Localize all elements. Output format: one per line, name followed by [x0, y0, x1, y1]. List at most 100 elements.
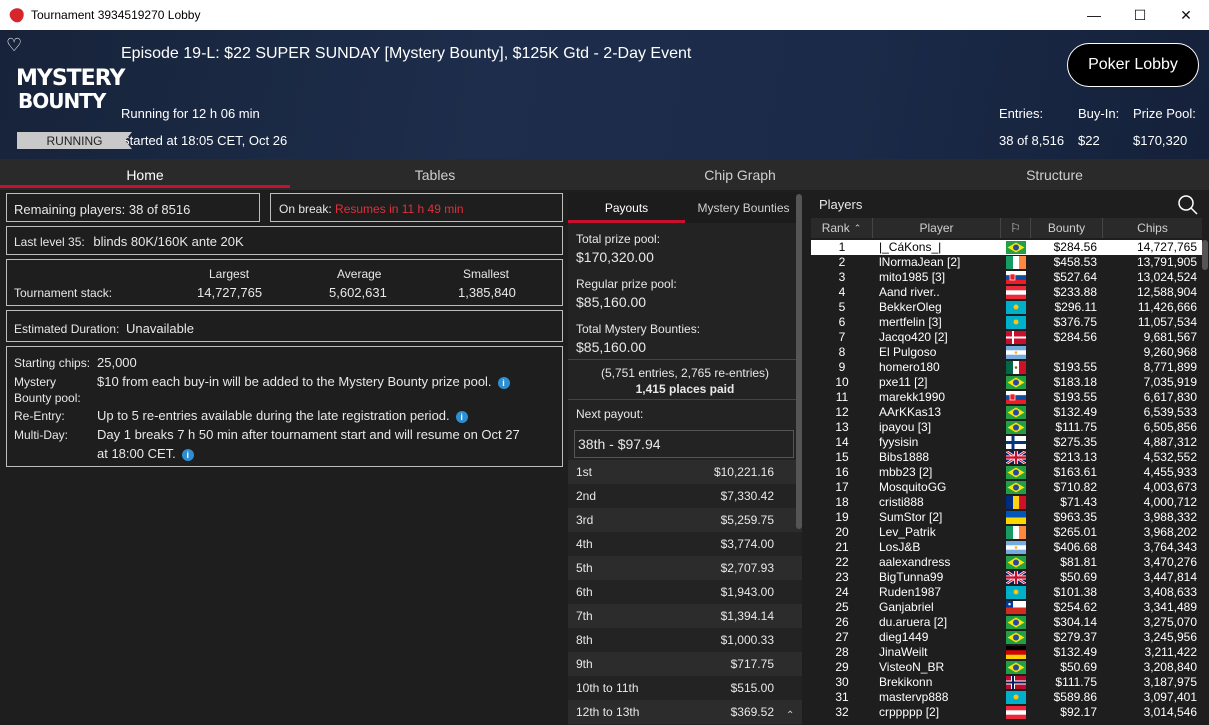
player-row[interactable]: 9 homero180 $193.55 8,771,899	[811, 360, 1202, 375]
player-row[interactable]: 13 ipayou [3] $111.75 6,505,856	[811, 420, 1202, 435]
player-rank: 5	[838, 300, 846, 314]
player-row[interactable]: 25 Ganjabriel $254.62 3,341,489	[811, 600, 1202, 615]
info-icon[interactable]: i	[455, 410, 468, 423]
player-name: mbb23 [2]	[879, 465, 933, 479]
payout-row: 7th $1,394.14	[568, 604, 802, 628]
column-rank[interactable]: Rank ⌃	[811, 218, 873, 238]
column-chips[interactable]: Chips	[1103, 218, 1202, 238]
player-row[interactable]: 26 du.aruera [2] $304.14 3,275,070	[811, 615, 1202, 630]
tab-home[interactable]: Home	[0, 159, 290, 190]
info-icon[interactable]: i	[497, 376, 510, 389]
window-titlebar: Tournament 3934519270 Lobby — ☐ ✕	[0, 0, 1209, 30]
payout-place: 8th	[576, 633, 593, 647]
player-bounty: $254.62	[1053, 600, 1097, 614]
player-row[interactable]: 28 JinaWeilt $132.49 3,211,422	[811, 645, 1202, 660]
player-row[interactable]: 24 Ruden1987 $101.38 3,408,633	[811, 585, 1202, 600]
regular-prize-label: Regular prize pool:	[576, 277, 677, 291]
on-break-value: Resumes in 11 h 49 min	[335, 202, 464, 216]
player-bounty: $50.69	[1060, 660, 1097, 674]
favorite-heart-icon[interactable]: ♡	[6, 35, 22, 56]
stack-header-average: Average	[337, 267, 382, 281]
player-rank: 25	[835, 600, 849, 614]
player-row[interactable]: 32 crppppp [2] $92.17 3,014,546	[811, 705, 1202, 720]
player-row[interactable]: 2 lNormaJean [2] $458.53 13,791,905	[811, 255, 1202, 270]
player-row[interactable]: 1 |_CáKons_| $284.56 14,727,765	[811, 240, 1202, 255]
payout-amount: $1,943.00	[720, 585, 774, 599]
country-flag-icon	[1001, 360, 1031, 375]
stack-header-largest: Largest	[209, 267, 250, 281]
player-name: BekkerOleg	[879, 300, 942, 314]
player-row[interactable]: 10 pxe11 [2] $183.18 7,035,919	[811, 375, 1202, 390]
player-name: crppppp [2]	[879, 705, 940, 719]
player-row[interactable]: 4 Aand river.. $233.88 12,588,904	[811, 285, 1202, 300]
player-row[interactable]: 29 VisteoN_BR $50.69 3,208,840	[811, 660, 1202, 675]
player-row[interactable]: 3 mito1985 [3] $527.64 13,024,524	[811, 270, 1202, 285]
info-icon[interactable]: i	[181, 448, 194, 461]
player-row[interactable]: 18 cristi888 $71.43 4,000,712	[811, 495, 1202, 510]
tab-chip-graph[interactable]: Chip Graph	[580, 159, 900, 190]
tab-mystery-bounties[interactable]: Mystery Bounties	[685, 192, 802, 223]
player-row[interactable]: 5 BekkerOleg $296.11 11,426,666	[811, 300, 1202, 315]
tournament-title: Episode 19-L: $22 SUPER SUNDAY [Mystery …	[121, 45, 692, 62]
player-chips: 12,588,904	[1136, 285, 1197, 299]
stack-label: Tournament stack:	[14, 286, 113, 300]
player-row[interactable]: 17 MosquitoGG $710.82 4,003,673	[811, 480, 1202, 495]
player-row[interactable]: 19 SumStor [2] $963.35 3,988,332	[811, 510, 1202, 525]
payout-row: 12th to 13th $369.52	[568, 700, 802, 724]
minimize-button[interactable]: —	[1071, 0, 1117, 30]
player-rank: 13	[835, 420, 849, 434]
remaining-players-text: Remaining players: 38 of 8516	[14, 202, 191, 217]
tab-payouts[interactable]: Payouts	[568, 192, 685, 223]
player-row[interactable]: 11 marekk1990 $193.55 6,617,830	[811, 390, 1202, 405]
scroll-up-icon[interactable]: ⌃	[786, 710, 794, 721]
player-row[interactable]: 31 mastervp888 $589.86 3,097,401	[811, 690, 1202, 705]
search-icon[interactable]	[1177, 194, 1199, 216]
prize-pool-value: $170,320	[1133, 133, 1188, 148]
player-row[interactable]: 12 AArKKas13 $132.49 6,539,533	[811, 405, 1202, 420]
poker-lobby-button[interactable]: Poker Lobby	[1067, 43, 1199, 87]
player-rank: 1	[838, 240, 846, 254]
payouts-scrollbar[interactable]	[796, 194, 802, 529]
close-button[interactable]: ✕	[1163, 0, 1209, 30]
player-row[interactable]: 21 LosJ&B $406.68 3,764,343	[811, 540, 1202, 555]
player-name: Brekikonn	[879, 675, 933, 689]
payout-place: 4th	[576, 537, 593, 551]
player-row[interactable]: 7 Jacqo420 [2] $284.56 9,681,567	[811, 330, 1202, 345]
player-chips: 3,208,840	[1143, 660, 1197, 674]
player-bounty: $71.43	[1060, 495, 1097, 509]
player-name: aalexandress	[879, 555, 951, 569]
player-row[interactable]: 20 Lev_Patrik $265.01 3,968,202	[811, 525, 1202, 540]
player-row[interactable]: 30 Brekikonn $111.75 3,187,975	[811, 675, 1202, 690]
player-bounty: $183.18	[1053, 375, 1097, 389]
player-rank: 26	[835, 615, 849, 629]
country-flag-icon	[1001, 465, 1031, 480]
mystery-pool-label-2: Bounty pool:	[14, 391, 81, 405]
player-row[interactable]: 27 dieg1449 $279.37 3,245,956	[811, 630, 1202, 645]
on-break-box: On break: Resumes in 11 h 49 min	[270, 193, 563, 222]
player-row[interactable]: 22 aalexandress $81.81 3,470,276	[811, 555, 1202, 570]
player-row[interactable]: 8 El Pulgoso 9,260,968	[811, 345, 1202, 360]
tab-tables[interactable]: Tables	[290, 159, 580, 190]
column-player[interactable]: Player	[873, 218, 1001, 238]
player-row[interactable]: 15 Bibs1888 $213.13 4,532,552	[811, 450, 1202, 465]
player-chips: 6,539,533	[1143, 405, 1197, 419]
player-row[interactable]: 14 fyysisin $275.35 4,887,312	[811, 435, 1202, 450]
player-bounty: $111.75	[1055, 420, 1097, 434]
player-chips: 3,341,489	[1143, 600, 1197, 614]
player-name: LosJ&B	[879, 540, 921, 554]
player-chips: 3,014,546	[1143, 705, 1197, 719]
column-flag[interactable]: ⚐	[1001, 218, 1031, 238]
tab-structure[interactable]: Structure	[900, 159, 1209, 190]
player-row[interactable]: 23 BigTunna99 $50.69 3,447,814	[811, 570, 1202, 585]
player-chips: 3,275,070	[1143, 615, 1197, 629]
country-flag-icon	[1001, 480, 1031, 495]
player-rank: 31	[835, 690, 849, 704]
player-chips: 9,681,567	[1143, 330, 1197, 344]
country-flag-icon	[1001, 540, 1031, 555]
players-scrollbar[interactable]	[1202, 240, 1208, 270]
column-bounty[interactable]: Bounty	[1031, 218, 1103, 238]
player-row[interactable]: 16 mbb23 [2] $163.61 4,455,933	[811, 465, 1202, 480]
player-row[interactable]: 6 mertfelin [3] $376.75 11,057,534	[811, 315, 1202, 330]
maximize-button[interactable]: ☐	[1117, 0, 1163, 30]
player-name: Aand river..	[879, 285, 940, 299]
